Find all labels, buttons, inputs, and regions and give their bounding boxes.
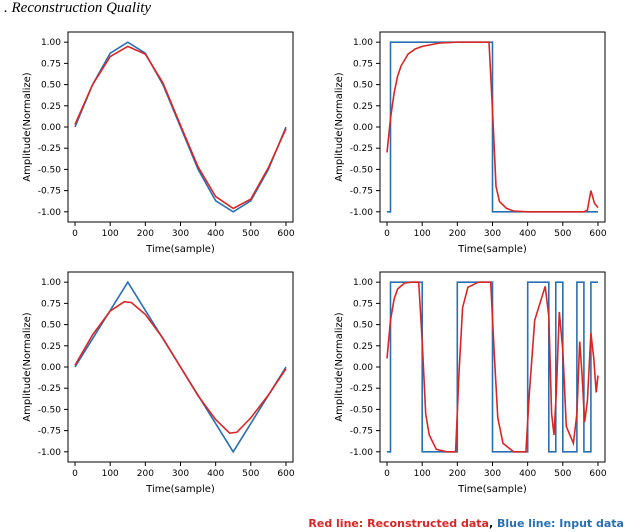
svg-text:200: 200 bbox=[137, 229, 154, 239]
svg-text:0: 0 bbox=[384, 469, 390, 479]
x-ticks: 0 100 200 300 400 500 600 bbox=[384, 222, 607, 239]
svg-text:0.25: 0.25 bbox=[41, 102, 61, 112]
y-axis-label: Amplitude(Normalize) bbox=[22, 312, 33, 422]
svg-text:500: 500 bbox=[242, 229, 259, 239]
x-axis-label: Time(sample) bbox=[457, 244, 527, 255]
x-axis-label: Time(sample) bbox=[457, 484, 527, 495]
svg-text:600: 600 bbox=[277, 469, 294, 479]
svg-text:0.25: 0.25 bbox=[353, 342, 373, 352]
svg-text:0.25: 0.25 bbox=[41, 342, 61, 352]
x-ticks: 0 100 200 300 400 500 600 bbox=[384, 462, 607, 479]
svg-text:-1.00: -1.00 bbox=[38, 448, 62, 458]
svg-text:300: 300 bbox=[484, 469, 501, 479]
svg-text:500: 500 bbox=[242, 469, 259, 479]
svg-text:-0.50: -0.50 bbox=[350, 165, 374, 175]
svg-text:0.00: 0.00 bbox=[41, 363, 61, 373]
legend-reconstructed: Red line: Reconstructed data bbox=[308, 517, 489, 530]
svg-text:0.75: 0.75 bbox=[41, 299, 61, 309]
chart-bottom-left: 0 100 200 300 400 500 600 -1.00 -0.75 -0.50 -0.25 0… bbox=[16, 262, 301, 502]
svg-text:0: 0 bbox=[72, 469, 78, 479]
svg-text:-0.75: -0.75 bbox=[350, 187, 373, 197]
svg-text:400: 400 bbox=[519, 469, 536, 479]
svg-text:1.00: 1.00 bbox=[353, 278, 373, 288]
x-axis-label: Time(sample) bbox=[145, 484, 215, 495]
svg-text:600: 600 bbox=[277, 229, 294, 239]
svg-text:100: 100 bbox=[102, 229, 119, 239]
svg-text:-0.25: -0.25 bbox=[38, 384, 61, 394]
svg-text:300: 300 bbox=[172, 469, 189, 479]
svg-text:0.75: 0.75 bbox=[353, 299, 373, 309]
svg-text:400: 400 bbox=[207, 229, 224, 239]
x-axis-label: Time(sample) bbox=[145, 244, 215, 255]
svg-text:100: 100 bbox=[414, 229, 431, 239]
svg-text:0.75: 0.75 bbox=[353, 59, 373, 69]
svg-text:1.00: 1.00 bbox=[41, 278, 61, 288]
svg-text:1.00: 1.00 bbox=[41, 38, 61, 48]
chart-top-right: 0 100 200 300 400 500 600 -1.00 -0.75 -0.50 -0.25 0… bbox=[328, 22, 613, 262]
legend: Red line: Reconstructed data, Blue line:… bbox=[308, 517, 624, 530]
svg-text:-0.50: -0.50 bbox=[38, 165, 62, 175]
svg-text:600: 600 bbox=[589, 469, 606, 479]
svg-text:-1.00: -1.00 bbox=[38, 208, 62, 218]
svg-text:0.00: 0.00 bbox=[41, 123, 61, 133]
svg-text:500: 500 bbox=[554, 469, 571, 479]
svg-text:0.00: 0.00 bbox=[353, 363, 373, 373]
svg-text:0.25: 0.25 bbox=[353, 102, 373, 112]
svg-text:0.00: 0.00 bbox=[353, 123, 373, 133]
chart-bottom-right: 0 100 200 300 400 500 600 -1.00 -0.75 -0.50 -0.25 0… bbox=[328, 262, 613, 502]
svg-text:-0.25: -0.25 bbox=[350, 384, 373, 394]
svg-text:200: 200 bbox=[449, 229, 466, 239]
page-heading: . Reconstruction Quality bbox=[4, 0, 151, 17]
svg-text:-0.75: -0.75 bbox=[350, 427, 373, 437]
svg-text:-1.00: -1.00 bbox=[350, 448, 374, 458]
svg-text:400: 400 bbox=[519, 229, 536, 239]
series-reconstructed-line bbox=[75, 302, 286, 434]
svg-text:100: 100 bbox=[102, 469, 119, 479]
svg-text:100: 100 bbox=[414, 469, 431, 479]
svg-text:0.50: 0.50 bbox=[41, 81, 61, 91]
svg-text:500: 500 bbox=[554, 229, 571, 239]
y-axis-label: Amplitude(Normalize) bbox=[334, 72, 345, 182]
svg-text:-0.50: -0.50 bbox=[38, 405, 62, 415]
svg-text:-0.50: -0.50 bbox=[350, 405, 374, 415]
x-ticks: 0 100 200 300 400 500 600 bbox=[72, 222, 295, 239]
y-ticks: -1.00 -0.75 -0.50 -0.25 0.00 0.25 0.50 0.75 1.00 bbox=[350, 38, 380, 218]
svg-text:-0.75: -0.75 bbox=[38, 427, 61, 437]
svg-text:1.00: 1.00 bbox=[353, 38, 373, 48]
legend-input: Blue line: Input data bbox=[497, 517, 624, 530]
y-ticks: -1.00 -0.75 -0.50 -0.25 0.00 0.25 0.50 0.75 1.00 bbox=[38, 38, 68, 218]
svg-text:0.75: 0.75 bbox=[41, 59, 61, 69]
chart-top-left: 0 100 200 300 400 500 600 -1.00 -0.75 -0.50 -0.25 0… bbox=[16, 22, 301, 262]
svg-text:0: 0 bbox=[72, 229, 78, 239]
y-axis-label: Amplitude(Normalize) bbox=[334, 312, 345, 422]
svg-text:200: 200 bbox=[449, 469, 466, 479]
svg-text:-0.25: -0.25 bbox=[38, 144, 61, 154]
svg-text:300: 300 bbox=[172, 229, 189, 239]
svg-text:0.50: 0.50 bbox=[353, 321, 373, 331]
svg-text:200: 200 bbox=[137, 469, 154, 479]
svg-text:300: 300 bbox=[484, 229, 501, 239]
svg-text:0.50: 0.50 bbox=[41, 321, 61, 331]
svg-text:600: 600 bbox=[589, 229, 606, 239]
y-axis-label: Amplitude(Normalize) bbox=[22, 72, 33, 182]
svg-text:0: 0 bbox=[384, 229, 390, 239]
svg-text:-0.25: -0.25 bbox=[350, 144, 373, 154]
y-ticks: -1.00 -0.75 -0.50 -0.25 0.00 0.25 0.50 0.75 1.00 bbox=[38, 278, 68, 458]
svg-text:-0.75: -0.75 bbox=[38, 187, 61, 197]
svg-text:400: 400 bbox=[207, 469, 224, 479]
svg-text:-1.00: -1.00 bbox=[350, 208, 374, 218]
svg-text:0.50: 0.50 bbox=[353, 81, 373, 91]
x-ticks: 0 100 200 300 400 500 600 bbox=[72, 462, 295, 479]
y-ticks: -1.00 -0.75 -0.50 -0.25 0.00 0.25 0.50 0.75 1.00 bbox=[350, 278, 380, 458]
